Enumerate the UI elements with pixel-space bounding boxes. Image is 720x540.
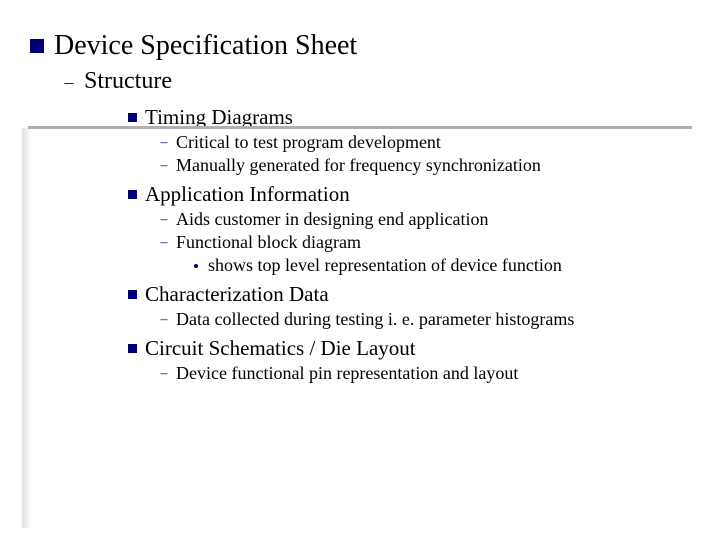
structure-label: Structure (84, 68, 172, 95)
dash-bullet-icon: – (160, 213, 168, 227)
dot-bullet-icon (194, 264, 198, 268)
char-heading-row: Characterization Data (128, 282, 690, 307)
divider-line (28, 126, 692, 129)
square-bullet-icon (128, 113, 137, 122)
char-heading: Characterization Data (145, 282, 329, 307)
dash-bullet-icon: – (160, 159, 168, 173)
slide: Device Specification Sheet – Structure T… (0, 0, 720, 540)
dash-bullet-icon: – (160, 236, 168, 250)
square-bullet-icon (30, 39, 44, 53)
app-item-0: Aids customer in designing end applicati… (176, 209, 488, 230)
structure-row: – Structure (64, 68, 690, 95)
timing-item-row: – Critical to test program development (160, 132, 690, 153)
dash-bullet-icon: – (64, 73, 74, 91)
slide-title: Device Specification Sheet (54, 30, 357, 62)
square-bullet-icon (128, 344, 137, 353)
app-item-row: – Aids customer in designing end applica… (160, 209, 690, 230)
circuit-item-row: – Device functional pin representation a… (160, 363, 690, 384)
title-row: Device Specification Sheet (30, 30, 690, 62)
app-subitem-row: shows top level representation of device… (194, 255, 690, 276)
app-heading: Application Information (145, 182, 350, 207)
app-item-1: Functional block diagram (176, 232, 361, 253)
timing-item-row: – Manually generated for frequency synch… (160, 155, 690, 176)
divider-shadow (22, 128, 32, 528)
app-subitem: shows top level representation of device… (208, 255, 562, 276)
square-bullet-icon (128, 190, 137, 199)
app-item-row: – Functional block diagram (160, 232, 690, 253)
app-heading-row: Application Information (128, 182, 690, 207)
circuit-item-0: Device functional pin representation and… (176, 363, 518, 384)
char-item-row: – Data collected during testing i. e. pa… (160, 309, 690, 330)
square-bullet-icon (128, 290, 137, 299)
timing-item-0: Critical to test program development (176, 132, 441, 153)
timing-item-1: Manually generated for frequency synchro… (176, 155, 541, 176)
dash-bullet-icon: – (160, 313, 168, 327)
dash-bullet-icon: – (160, 367, 168, 381)
dash-bullet-icon: – (160, 136, 168, 150)
circuit-heading: Circuit Schematics / Die Layout (145, 336, 416, 361)
char-item-0: Data collected during testing i. e. para… (176, 309, 574, 330)
circuit-heading-row: Circuit Schematics / Die Layout (128, 336, 690, 361)
